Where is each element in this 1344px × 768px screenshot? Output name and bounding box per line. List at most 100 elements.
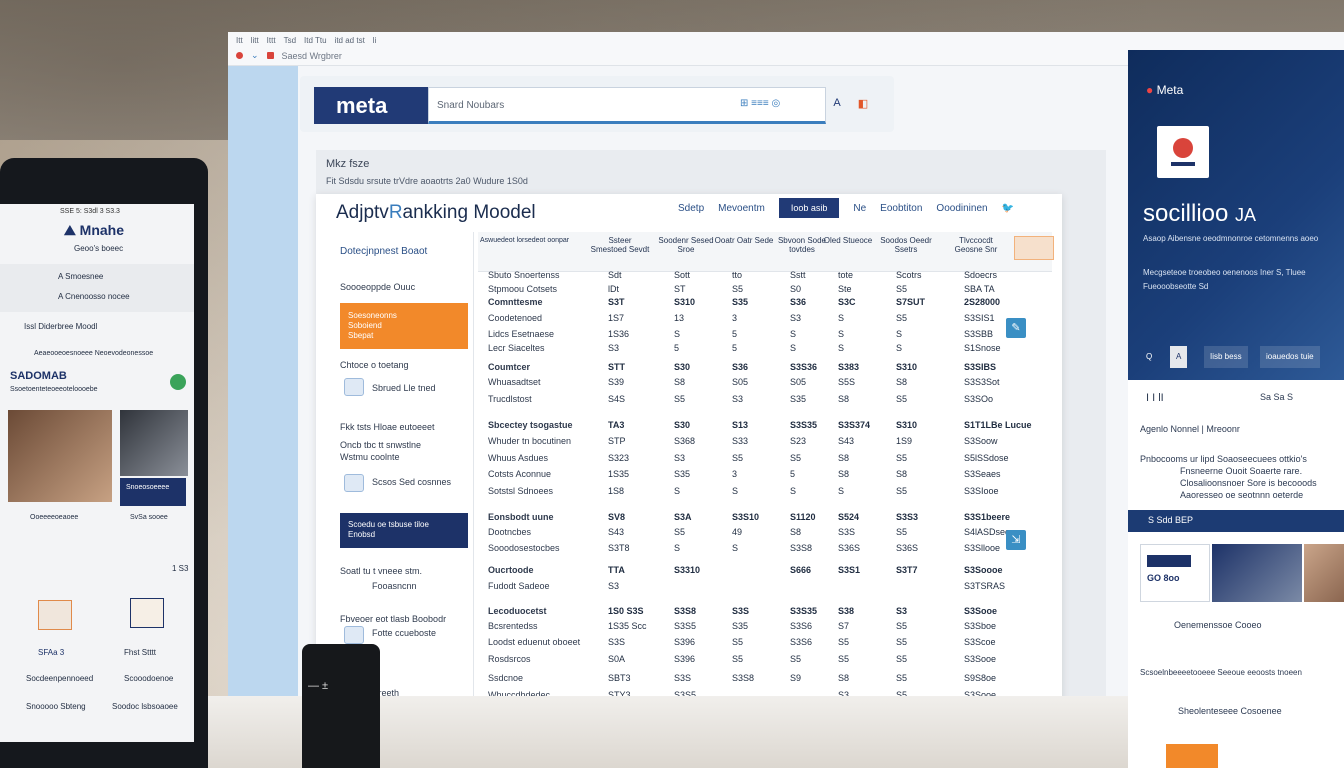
table-row[interactable]: Loodst eduenut oboeet S3S S396 S5 S3S6 S5 S5 S3… [478, 635, 1052, 650]
tablet-product-image[interactable] [120, 410, 188, 476]
address-bar[interactable]: ⌄ Saesd Wrgbrer [236, 50, 342, 61]
sidebar-item[interactable]: Chtoce o toetang [340, 360, 409, 370]
sidebar-item[interactable]: Fotte ccueboste [372, 628, 436, 638]
url-text[interactable]: Saesd Wrgbrer [282, 51, 342, 61]
feed-section-bar[interactable]: S Sdd BEP [1128, 510, 1344, 532]
sidebar-item[interactable]: Fbveoer eot tlasb Boobodr [340, 614, 446, 624]
table-row[interactable]: Sbuto Snoertenss Sdt Sott tto Sstt tote Scotrs… [478, 268, 1052, 283]
font-chip[interactable]: A [1170, 346, 1188, 368]
table-row[interactable]: Eonsbodt uune SV8 S3A S3S10 S1120 S524 S3S3 S3S… [478, 510, 1052, 525]
table-row[interactable]: Fudodt Sadeoe S3 S3TSRAS [478, 579, 1052, 594]
feed-item[interactable]: Pnbocooms ur lipd Soaoseecuees ottkio's [1140, 454, 1307, 464]
table-row[interactable]: Rosdsrcos S0A S396 S5 S5 S5 S5 S3Sooe [478, 652, 1052, 667]
tablet-tab-row[interactable]: Issl Diderbree Moodl [24, 322, 97, 331]
table-cell: S7SUT [896, 297, 926, 307]
table-cell: S0 [790, 284, 802, 294]
close-dot-icon[interactable] [236, 52, 243, 59]
feed-links[interactable]: Agenlo Nonnel | Mreoonr [1140, 424, 1240, 434]
table-row[interactable]: Sbcectey tsogastue TA3 S30 S13 S3S35 S3S374 S3… [478, 418, 1052, 433]
table-row[interactable]: Whuasadtset S39 S8 S05 S05 S5S S8 S3S3Sot [478, 375, 1052, 390]
sidebar-item[interactable]: Fkk tsts Hloae eutoeeet [340, 422, 435, 432]
panel-toggle-button[interactable]: ◧ [850, 92, 876, 116]
browser-tab[interactable]: Itt [236, 36, 243, 48]
feed-cta-button[interactable] [1166, 744, 1218, 768]
feed-image[interactable] [1212, 544, 1302, 602]
table-row[interactable]: Whuus Asdues S323 S3 S5 S5 S8 S5 S5lSSdose [478, 451, 1052, 466]
table-row[interactable]: Comnttesme S3T S310 S35 S36 S3C S7SUT 2S28000 [478, 295, 1052, 310]
tablet-badge[interactable]: Snoeosoeeee [120, 478, 186, 506]
navy-line: Scoedu oe tsbuse tiloe [348, 520, 429, 529]
tab-evolution[interactable]: Eoobtiton [880, 203, 922, 214]
feed-item[interactable]: Closalioonsnoer Sore is becooods [1180, 478, 1317, 488]
table-row[interactable]: Trucdlstost S4S S5 S3 S35 S8 S5 S3SOo [478, 392, 1052, 407]
tab-active[interactable]: Ioob asib [778, 198, 840, 218]
table-row[interactable]: Coodetenoed 1S7 13 3 S3 S S5 S3SIS1 [478, 311, 1052, 326]
table-row[interactable]: Cotsts Aconnue 1S35 S35 3 5 S8 S8 S3Seaes [478, 467, 1052, 482]
sidebar-item[interactable]: Wstmu coolnte [340, 452, 400, 462]
meta-logo[interactable]: meta [314, 87, 428, 124]
table-header-cell[interactable]: Ssteer Smestoed Sevdt [590, 236, 650, 254]
tab-ne[interactable]: Ne [853, 203, 866, 214]
pin-icon[interactable]: ⇲ [1006, 530, 1026, 550]
chip[interactable]: ioauedos tuie [1260, 346, 1320, 368]
orange-line: Sbepat [348, 331, 374, 340]
table-row[interactable]: Oucrtoode TTA S3310 S666 S3S1 S3T7 S3Soooe [478, 563, 1052, 578]
tablet-thumb-icon[interactable] [38, 600, 72, 630]
table-row[interactable]: Coumtcer STT S30 S36 S3S36 S383 S310 S3SIBS [478, 360, 1052, 375]
table-row[interactable]: Dootncbes S43 S5 49 S8 S3S S5 S4lASDsee [478, 525, 1052, 540]
table-cell: S3S6 [790, 637, 813, 647]
tab-setup[interactable]: Sdetp [678, 203, 704, 214]
sidebar-item[interactable]: Soatl tu t vneee stm. [340, 566, 422, 576]
table-cell: S3SIBS [964, 362, 997, 372]
speaker-control-icon[interactable]: — ± [308, 680, 328, 692]
browser-tab[interactable]: Tsd [284, 36, 296, 48]
table-header-cell[interactable]: Tlvccocdt Geosne Snr [946, 236, 1006, 254]
tab-ordering[interactable]: Ooodininen [936, 203, 987, 214]
table-row[interactable]: Lecr Siaceltes S3 5 5 S S S S1Snose [478, 341, 1052, 356]
sidebar-highlight-navy[interactable]: Scoedu oe tsbuse tiloe Enobsd [340, 513, 468, 548]
table-cell: S4lASDsee [964, 527, 1011, 537]
browser-tab[interactable]: li [373, 36, 377, 48]
table-header-cell[interactable]: Aswuedeot lorsedeot oonpar [480, 236, 576, 245]
table-row[interactable]: Sooodosestocbes S3T8 S S S3S8 S36S S36S S3Slloo… [478, 541, 1052, 556]
browser-tab[interactable]: litt [251, 36, 259, 48]
browser-tab[interactable]: Ittt [267, 36, 276, 48]
browser-tab[interactable]: Itd Ttu [304, 36, 327, 48]
table-header-cell[interactable]: Soodenr Sesed Sroe [656, 236, 716, 254]
browser-tab[interactable]: itd ad tst [335, 36, 365, 48]
record-icon[interactable] [266, 52, 274, 59]
export-icon[interactable] [1014, 236, 1054, 260]
chevron-down-icon[interactable]: ⌄ [251, 50, 259, 61]
tablet-nav-item[interactable]: A Cnenoosso nocee [58, 292, 130, 301]
feed-item[interactable]: Fnsneerne Ouoit Soaerte rare. [1180, 466, 1302, 476]
tab-movement[interactable]: Mevoentm [718, 203, 765, 214]
table-header-cell[interactable]: Ooatr Oatr Sede [714, 236, 774, 245]
table-row[interactable]: Bcsrentedss 1S35 Scc S3S5 S35 S3S6 S7 S5 S3Sboe [478, 619, 1052, 634]
sidebar-highlight-orange[interactable]: Soesoneonns Soboiend Sbepat [340, 303, 468, 349]
sidebar-item[interactable]: Sbrued Lle tned [372, 383, 436, 393]
edit-icon[interactable]: ✎ [1006, 318, 1026, 338]
tablet-thumb-icon[interactable] [130, 598, 164, 628]
table-header-cell[interactable]: Soodos Oeedr Ssetrs [876, 236, 936, 254]
search-tools-icon[interactable]: ⊞ ≡≡≡ ◎ [740, 98, 780, 109]
table-header-cell[interactable]: Oled Stueoce [818, 236, 878, 245]
font-size-button[interactable]: A [824, 92, 850, 116]
table-row[interactable]: Lecoduocetst 1S0 S3S S3S8 S3S S3S35 S38 S3 S3So… [478, 604, 1052, 619]
feed-portrait[interactable] [1304, 544, 1344, 602]
feed-item[interactable]: Aaoresseo oe seotnnn oeterde [1180, 490, 1303, 500]
sidebar-item[interactable]: Soooeoppde Ouuc [340, 282, 415, 292]
table-row[interactable]: Lidcs Esetnaese 1S36 S 5 S S S S3SBB [478, 327, 1052, 342]
feed-card[interactable]: GO 8oo [1140, 544, 1210, 602]
table-row[interactable]: Sotstsl Sdnoees 1S8 S S S S S5 S3SIooe [478, 484, 1052, 499]
twitter-icon[interactable]: 🐦 [1002, 203, 1014, 214]
sidebar-item[interactable]: Oncb tbc tt snwstlne [340, 440, 421, 450]
table-row[interactable]: Whuder tn bocutinen STP S368 S33 S23 S43 1S9 S3… [478, 434, 1052, 449]
tablet-product-image[interactable] [8, 410, 112, 502]
chip[interactable]: Iisb bess [1204, 346, 1248, 368]
sidebar-item[interactable]: Scsos Sed cosnnes [372, 477, 451, 487]
table-cell: S3S [608, 637, 626, 647]
table-row[interactable]: Ssdcnoe SBT3 S3S S3S8 S9 S8 S5 S9S8oe [478, 671, 1052, 686]
sidebar-item[interactable]: Fooasncnn [372, 581, 417, 591]
tablet-nav-item[interactable]: A Smoesnee [58, 272, 103, 281]
search-icon[interactable]: Q [1140, 346, 1158, 368]
